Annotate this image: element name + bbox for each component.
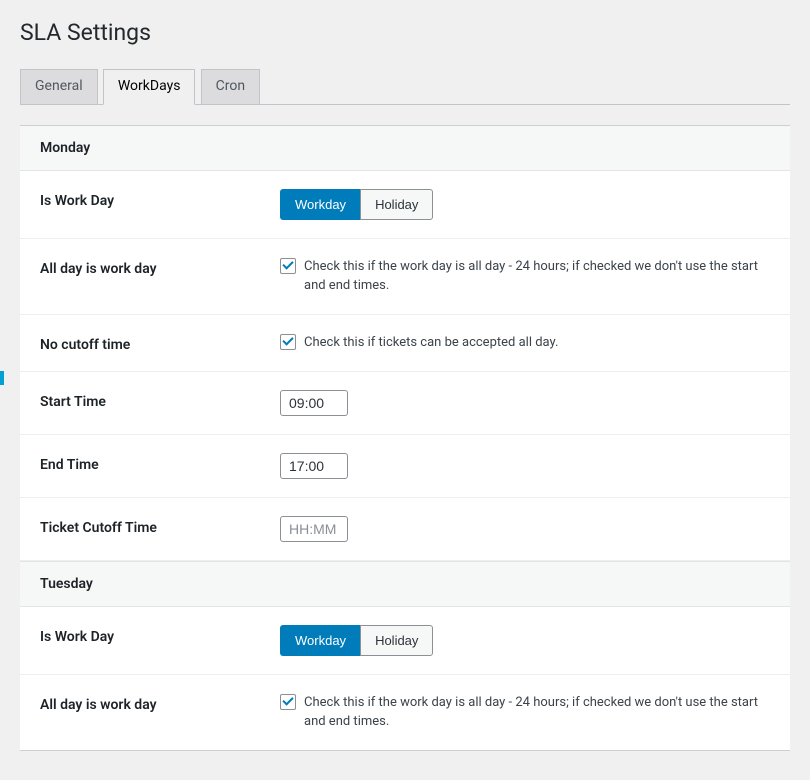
workday-toggle-group-tue: Workday Holiday [280,625,433,656]
workday-button-tue[interactable]: Workday [280,625,360,656]
row-monday-no-cutoff: No cutoff time Check this if tickets can… [20,315,790,372]
left-accent-bar [0,371,4,385]
holiday-button[interactable]: Holiday [360,189,433,220]
section-header-monday: Monday [20,126,790,171]
holiday-button-tue[interactable]: Holiday [360,625,433,656]
tab-general[interactable]: General [20,69,98,104]
no-cutoff-checkbox[interactable] [280,334,296,350]
label-is-workday: Is Work Day [40,189,280,220]
checkbox-wrap-no-cutoff: Check this if tickets can be accepted al… [280,333,770,353]
field-no-cutoff: Check this if tickets can be accepted al… [280,333,770,353]
all-day-checkbox-tue[interactable] [280,694,296,710]
section-header-tuesday: Tuesday [20,561,790,607]
row-monday-cutoff-time: Ticket Cutoff Time [20,498,790,561]
all-day-checkbox[interactable] [280,258,296,274]
all-day-description: Check this if the work day is all day - … [304,257,770,296]
label-all-day: All day is work day [40,257,280,296]
checkbox-wrap-all-day: Check this if the work day is all day - … [280,257,770,296]
nav-tab-wrapper: General WorkDays Cron [20,68,790,105]
label-is-workday-tue: Is Work Day [40,625,280,656]
tab-cron[interactable]: Cron [201,69,260,104]
label-start-time: Start Time [40,390,280,416]
label-end-time: End Time [40,453,280,479]
all-day-description-tue: Check this if the work day is all day - … [304,693,770,732]
workday-button[interactable]: Workday [280,189,360,220]
field-end-time [280,453,770,479]
page-title: SLA Settings [20,10,790,50]
field-start-time [280,390,770,416]
row-tuesday-is-workday: Is Work Day Workday Holiday [20,607,790,675]
cutoff-time-input[interactable] [280,516,348,542]
label-cutoff-time: Ticket Cutoff Time [40,516,280,542]
start-time-input[interactable] [280,390,348,416]
label-no-cutoff: No cutoff time [40,333,280,353]
end-time-input[interactable] [280,453,348,479]
row-monday-is-workday: Is Work Day Workday Holiday [20,171,790,239]
field-all-day-tue: Check this if the work day is all day - … [280,693,770,732]
workday-toggle-group: Workday Holiday [280,189,433,220]
tab-workdays[interactable]: WorkDays [103,69,196,105]
row-monday-end-time: End Time [20,435,790,498]
page-wrap: SLA Settings General WorkDays Cron Monda… [0,0,810,751]
settings-panel: Monday Is Work Day Workday Holiday All d… [20,125,790,751]
row-monday-start-time: Start Time [20,372,790,435]
field-all-day: Check this if the work day is all day - … [280,257,770,296]
checkbox-wrap-all-day-tue: Check this if the work day is all day - … [280,693,770,732]
no-cutoff-description: Check this if tickets can be accepted al… [304,333,558,353]
field-cutoff-time [280,516,770,542]
row-tuesday-all-day: All day is work day Check this if the wo… [20,675,790,750]
row-monday-all-day: All day is work day Check this if the wo… [20,239,790,315]
label-all-day-tue: All day is work day [40,693,280,732]
field-is-workday: Workday Holiday [280,189,770,220]
field-is-workday-tue: Workday Holiday [280,625,770,656]
